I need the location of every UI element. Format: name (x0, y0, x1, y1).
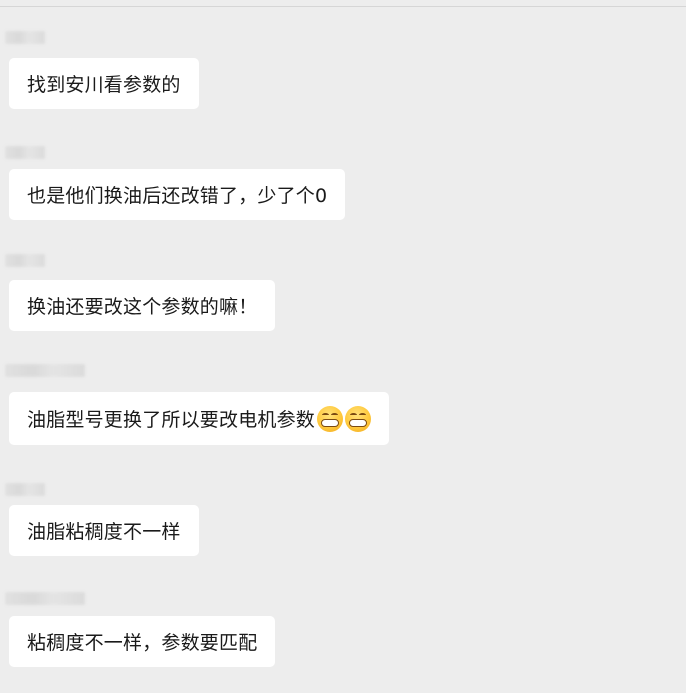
grinning-face-icon (345, 405, 372, 432)
sender-name-blurred (5, 364, 85, 377)
message-bubble[interactable]: 油脂型号更换了所以要改电机参数 (9, 392, 390, 445)
message-text: 也是他们换油后还改错了，少了个0 (27, 185, 328, 207)
sender-name-blurred (5, 483, 45, 496)
message-bubble[interactable]: 粘稠度不一样，参数要匹配 (9, 616, 276, 667)
sender-name-blurred (5, 592, 85, 605)
message-text: 油脂型号更换了所以要改电机参数 (27, 409, 316, 431)
message-bubble[interactable]: 也是他们换油后还改错了，少了个0 (9, 169, 346, 220)
message-text: 粘稠度不一样，参数要匹配 (27, 632, 258, 654)
top-divider (0, 6, 686, 7)
message-text: 换油还要改这个参数的嘛！ (27, 296, 258, 318)
sender-name-blurred (5, 31, 45, 44)
message-bubble[interactable]: 换油还要改这个参数的嘛！ (9, 280, 276, 331)
message-bubble[interactable]: 油脂粘稠度不一样 (9, 505, 199, 556)
grinning-face-icon (317, 405, 344, 432)
message-text: 找到安川看参数的 (27, 74, 181, 96)
sender-name-blurred (5, 254, 45, 267)
sender-name-blurred (5, 146, 45, 159)
message-text: 油脂粘稠度不一样 (27, 521, 181, 543)
message-bubble[interactable]: 找到安川看参数的 (9, 58, 199, 109)
